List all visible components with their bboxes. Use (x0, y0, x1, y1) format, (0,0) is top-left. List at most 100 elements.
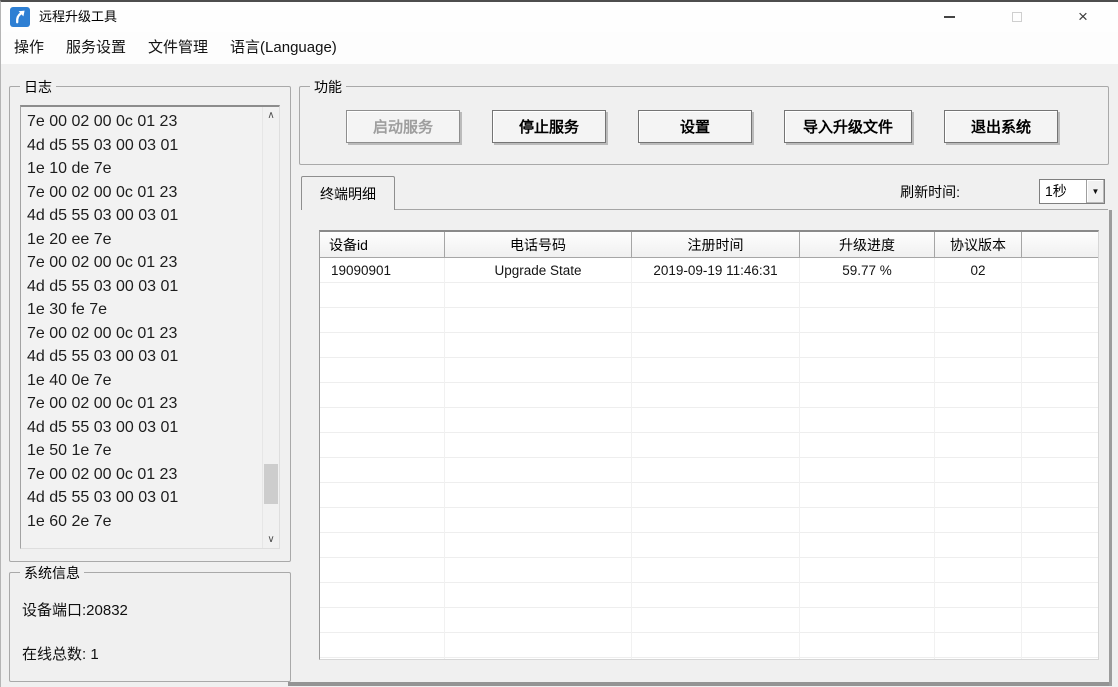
column-header-filler (1022, 232, 1098, 258)
table-empty-cell (320, 383, 445, 408)
log-scrollbar[interactable]: ∧ ∨ (262, 107, 279, 548)
column-header-0[interactable]: 设备id (320, 232, 445, 258)
table-empty-cell (800, 308, 935, 333)
table-empty-cell (632, 383, 800, 408)
scroll-down-icon[interactable]: ∨ (263, 531, 279, 548)
function-button-0[interactable]: 启动服务 (346, 110, 460, 143)
refresh-interval-combobox[interactable]: 1秒 ▼ (1039, 179, 1105, 204)
table-empty-row (320, 608, 1098, 633)
close-button[interactable]: × (1070, 2, 1096, 32)
table-empty-cell (445, 358, 632, 383)
table-empty-cell (935, 633, 1022, 658)
table-empty-row (320, 558, 1098, 583)
menubar: 操作服务设置文件管理语言(Language) (1, 32, 1118, 64)
table-empty-cell (445, 308, 632, 333)
table-empty-row (320, 358, 1098, 383)
function-button-4[interactable]: 退出系统 (944, 110, 1058, 143)
table-empty-cell (320, 283, 445, 308)
table-empty-cell (800, 508, 935, 533)
table-empty-cell (1022, 458, 1098, 483)
chevron-down-icon[interactable]: ▼ (1086, 180, 1104, 203)
table-empty-cell (632, 533, 800, 558)
log-panel-title: 日志 (20, 77, 56, 97)
table-empty-row (320, 408, 1098, 433)
table-empty-row (320, 433, 1098, 458)
table-empty-cell (800, 458, 935, 483)
table-empty-cell (632, 558, 800, 583)
table-empty-cell (632, 583, 800, 608)
table-empty-cell (1022, 333, 1098, 358)
table-empty-cell (800, 408, 935, 433)
refresh-interval-label: 刷新时间: (900, 182, 960, 202)
table-empty-cell (320, 533, 445, 558)
table-empty-cell (445, 283, 632, 308)
table-empty-cell (320, 433, 445, 458)
table-empty-cell (935, 458, 1022, 483)
maximize-button[interactable] (1004, 2, 1030, 32)
table-empty-cell (445, 408, 632, 433)
column-header-4[interactable]: 协议版本 (935, 232, 1022, 258)
table-empty-cell (632, 608, 800, 633)
table-empty-cell (935, 433, 1022, 458)
app-window: 远程升级工具 × 操作服务设置文件管理语言(Language) 日志 7e 00… (0, 0, 1118, 687)
function-panel: 功能 启动服务停止服务设置导入升级文件退出系统 (299, 86, 1109, 165)
table-empty-cell (445, 433, 632, 458)
minimize-icon (944, 16, 955, 18)
table-empty-cell (445, 583, 632, 608)
table-empty-cell (632, 633, 800, 658)
function-button-2[interactable]: 设置 (638, 110, 752, 143)
table-empty-cell (1022, 433, 1098, 458)
column-header-1[interactable]: 电话号码 (445, 232, 632, 258)
window-right-edge (1109, 210, 1112, 686)
function-button-1[interactable]: 停止服务 (492, 110, 606, 143)
scroll-up-icon[interactable]: ∧ (263, 107, 279, 124)
table-empty-cell (632, 508, 800, 533)
minimize-button[interactable] (936, 2, 962, 32)
table-empty-cell (320, 308, 445, 333)
tab-terminal-detail[interactable]: 终端明细 (301, 176, 395, 210)
device-table: 设备id电话号码注册时间升级进度协议版本19090901Upgrade Stat… (319, 230, 1099, 660)
table-empty-cell (935, 508, 1022, 533)
column-header-2[interactable]: 注册时间 (632, 232, 800, 258)
table-row[interactable]: 19090901Upgrade State2019-09-19 11:46:31… (320, 258, 1098, 283)
table-empty-cell (935, 283, 1022, 308)
table-empty-row (320, 458, 1098, 483)
log-text[interactable]: 7e 00 02 00 0c 01 23 4d d5 55 03 00 03 0… (21, 107, 262, 548)
scrollbar-thumb[interactable] (264, 464, 278, 504)
table-empty-cell (1022, 508, 1098, 533)
table-empty-row (320, 533, 1098, 558)
system-info-panel: 系统信息 设备端口:20832 在线总数: 1 (9, 572, 291, 682)
table-empty-cell (445, 483, 632, 508)
table-empty-cell (800, 558, 935, 583)
table-empty-cell (1022, 358, 1098, 383)
table-empty-row (320, 283, 1098, 308)
menu-item-1[interactable]: 服务设置 (55, 32, 137, 64)
table-empty-cell (320, 333, 445, 358)
table-empty-cell (632, 458, 800, 483)
table-empty-cell (1022, 383, 1098, 408)
table-empty-cell (935, 333, 1022, 358)
table-empty-cell (1022, 483, 1098, 508)
table-empty-cell (445, 508, 632, 533)
table-empty-cell (800, 483, 935, 508)
menu-item-2[interactable]: 文件管理 (137, 32, 219, 64)
table-empty-row (320, 483, 1098, 508)
table-empty-cell (1022, 308, 1098, 333)
function-panel-title: 功能 (310, 77, 346, 97)
table-empty-cell (445, 608, 632, 633)
table-empty-row (320, 308, 1098, 333)
table-empty-cell (632, 433, 800, 458)
table-empty-row (320, 633, 1098, 658)
table-empty-cell (800, 433, 935, 458)
menu-item-3[interactable]: 语言(Language) (219, 32, 348, 64)
system-info-title: 系统信息 (20, 563, 84, 583)
table-empty-cell (632, 658, 800, 660)
table-empty-cell (1022, 408, 1098, 433)
function-button-3[interactable]: 导入升级文件 (784, 110, 912, 143)
table-empty-cell (320, 508, 445, 533)
menu-item-0[interactable]: 操作 (3, 32, 55, 64)
window-bottom-edge (288, 682, 1112, 686)
column-header-3[interactable]: 升级进度 (800, 232, 935, 258)
window-title: 远程升级工具 (39, 2, 117, 32)
table-empty-cell (800, 333, 935, 358)
